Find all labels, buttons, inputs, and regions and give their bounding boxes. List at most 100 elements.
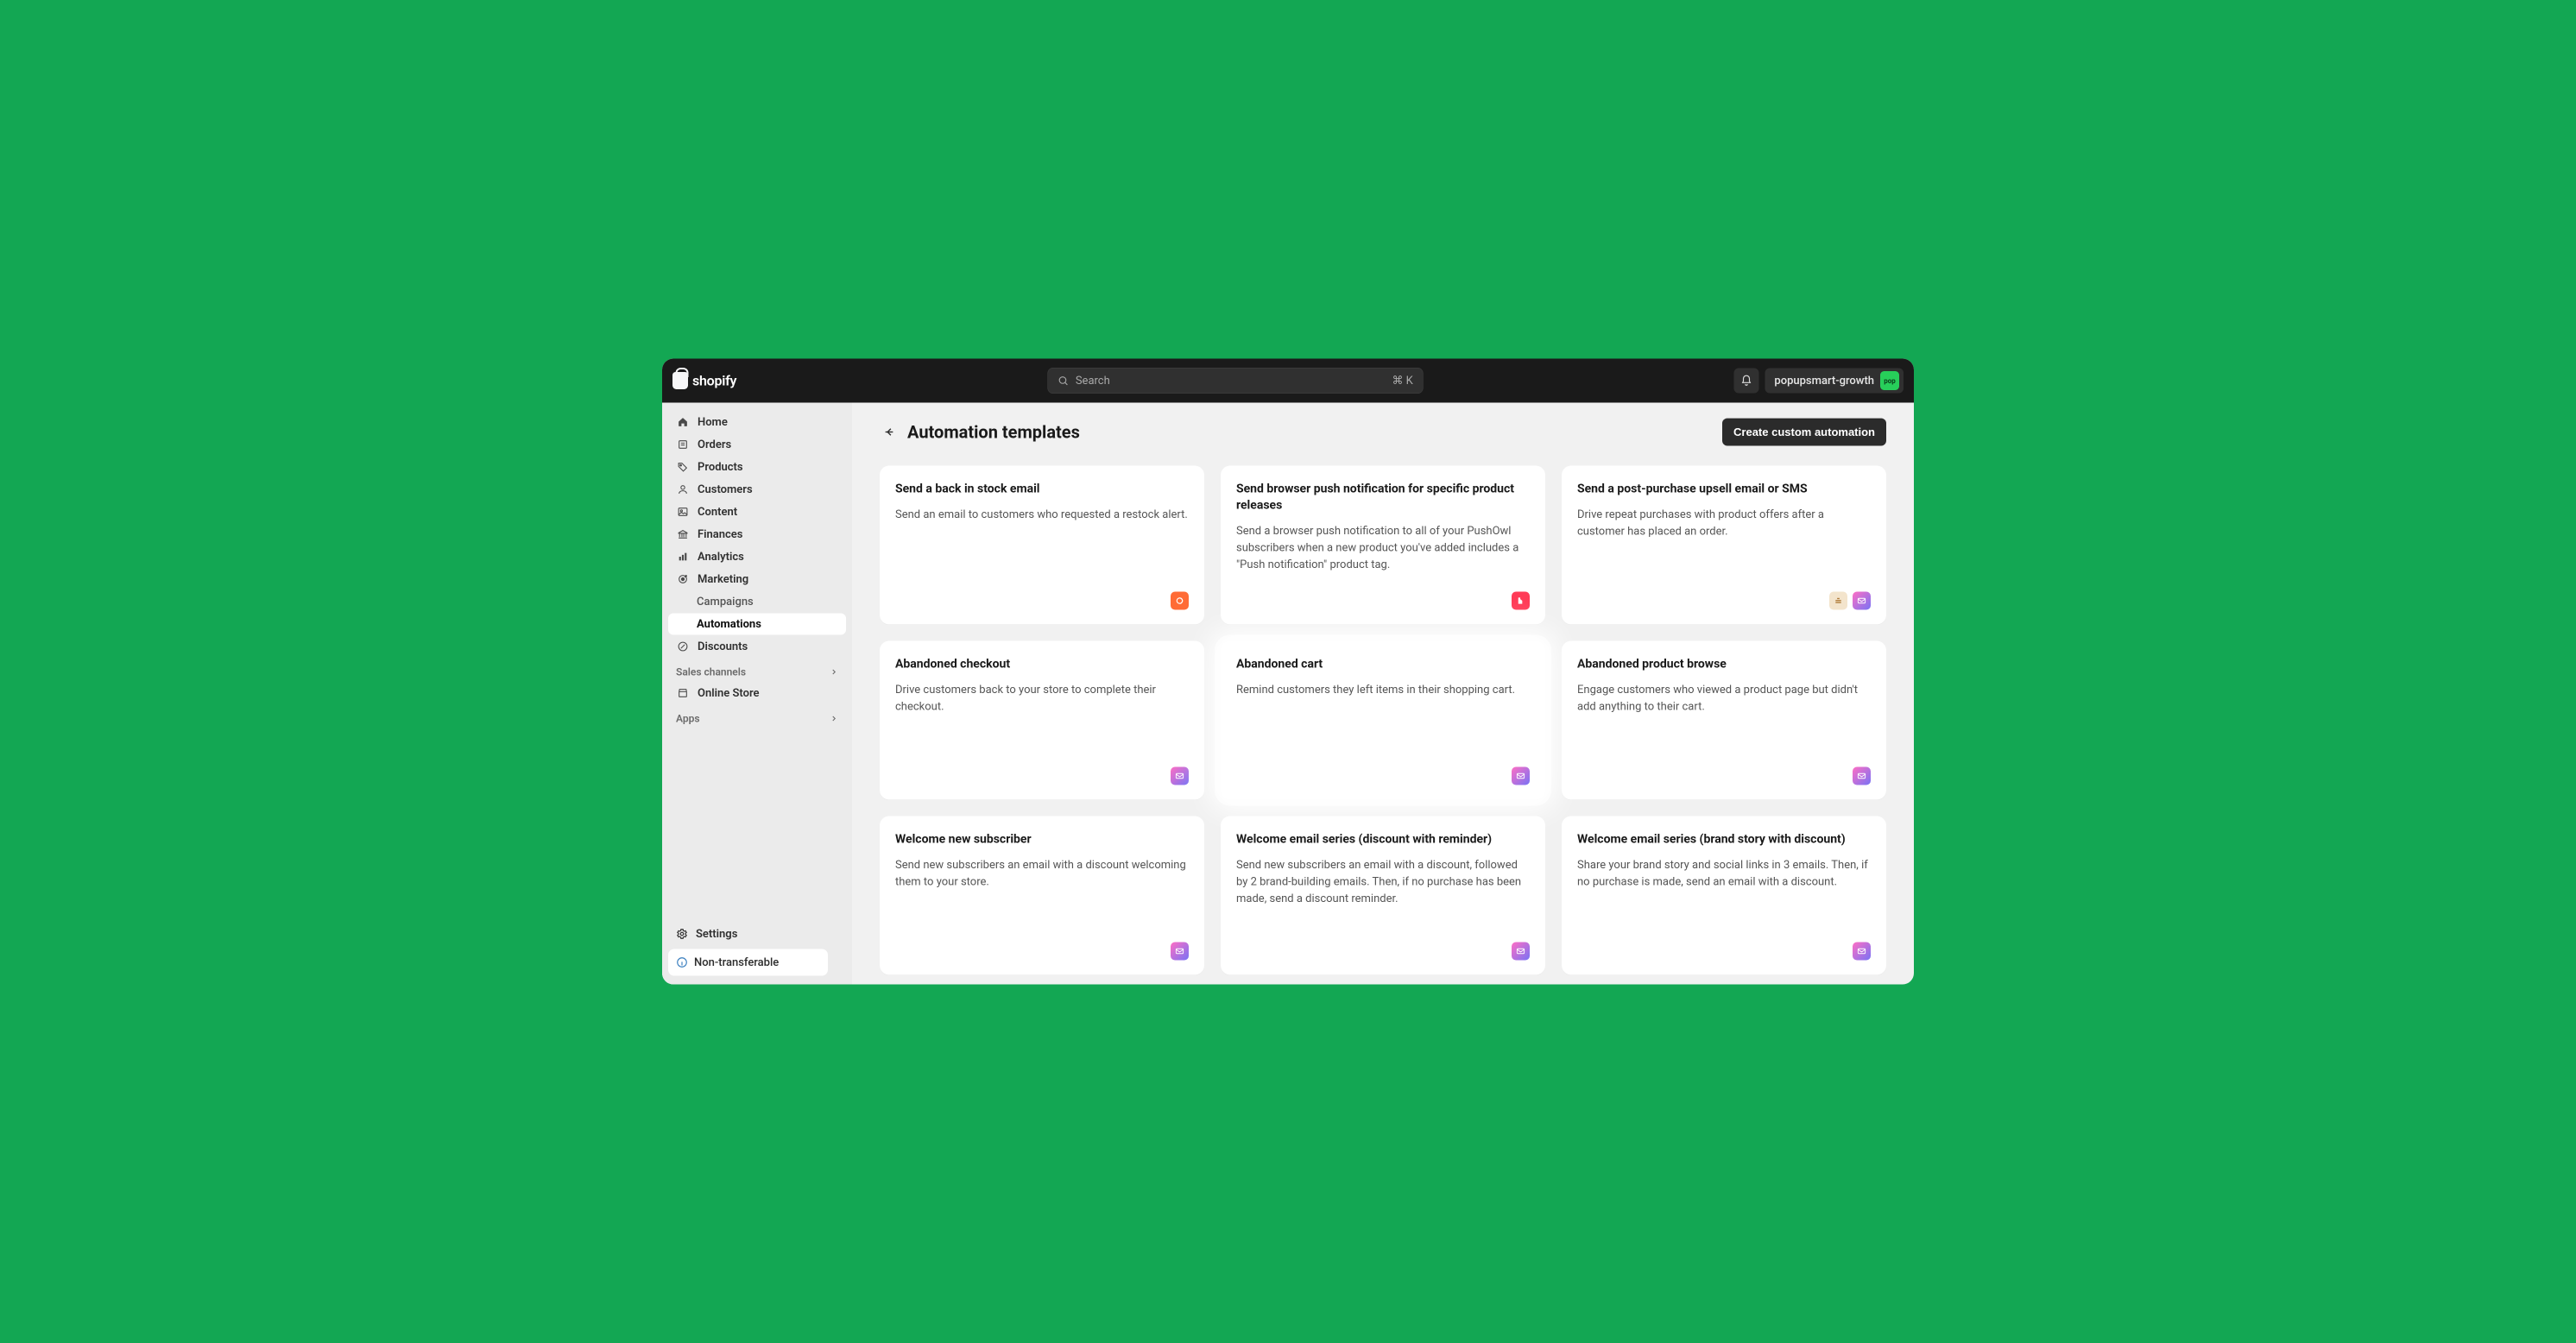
sidebar-item-analytics[interactable]: Analytics [668,546,846,568]
bank-icon [676,529,690,540]
sidebar-sub-campaigns[interactable]: Campaigns [668,591,846,613]
apps-header[interactable]: Apps [668,705,846,728]
gear-icon [676,928,688,940]
sidebar-item-label: Analytics [698,551,744,564]
template-card[interactable]: Send a post-purchase upsell email or SMS… [1562,466,1886,625]
body: Home Orders Products Customers Content F… [662,403,1914,985]
sidebar-item-label: Content [698,506,737,519]
card-title: Send a back in stock email [895,481,1189,497]
sidebar-item-label: Customers [698,483,753,496]
arrow-left-icon [883,426,896,438]
sidebar-item-finances[interactable]: Finances [668,524,846,545]
sidebar-item-label: Automations [697,618,761,631]
card-title: Abandoned cart [1236,656,1530,672]
card-description: Engage customers who viewed a product pa… [1577,681,1871,715]
sidebar-sub-automations[interactable]: Automations [668,614,846,635]
tag-icon [676,462,690,473]
page-title: Automation templates [907,422,1080,443]
sidebar-item-label: Finances [698,528,742,541]
create-automation-button[interactable]: Create custom automation [1722,419,1886,446]
image-icon [676,507,690,518]
store-icon [676,688,690,699]
template-card[interactable]: Abandoned checkoutDrive customers back t… [880,641,1204,800]
sidebar-item-marketing[interactable]: Marketing [668,569,846,590]
sidebar-item-label: Orders [698,438,731,451]
non-transferable-pill[interactable]: Non-transferable [668,949,828,976]
search-placeholder: Search [1076,375,1110,388]
sidebar-item-discounts[interactable]: Discounts [668,636,846,658]
sidebar-item-label: Marketing [698,573,748,586]
card-title: Welcome email series (brand story with d… [1577,831,1871,848]
bell-icon [1740,375,1752,387]
sidebar-item-home[interactable]: Home [668,412,846,433]
sidebar-item-settings[interactable]: Settings [668,924,846,945]
shopify-bag-icon [672,372,688,389]
card-title: Welcome new subscriber [895,831,1189,848]
sales-channels-header[interactable]: Sales channels [668,659,846,682]
card-footer [1236,767,1530,785]
avatar: pop [1880,371,1899,390]
page-header: Automation templates Create custom autom… [880,419,1886,446]
app-badge-orange [1171,592,1189,610]
card-description: Send new subscribers an email with a dis… [1236,856,1530,907]
template-card[interactable]: Abandoned product browse Engage customers… [1562,641,1886,800]
card-description: Remind customers they left items in thei… [1236,681,1530,698]
card-footer [895,943,1189,961]
sidebar: Home Orders Products Customers Content F… [662,403,852,985]
template-card[interactable]: Welcome email series (discount with remi… [1221,817,1545,975]
section-label: Apps [676,713,700,725]
chevron-right-icon [830,668,838,677]
sidebar-item-label: Settings [696,928,737,941]
search-icon [1058,375,1069,387]
sidebar-item-orders[interactable]: Orders [668,434,846,456]
card-title: Welcome email series (discount with remi… [1236,831,1530,848]
card-description: Send a browser push notification to all … [1236,522,1530,573]
discount-icon [676,641,690,653]
card-title: Abandoned product browse [1577,656,1871,672]
app-badge-mail [1853,767,1871,785]
card-footer [1577,943,1871,961]
chevron-right-icon [830,715,838,723]
app-badge-red [1512,592,1530,610]
search-shortcut: ⌘ K [1392,375,1412,388]
card-footer [1577,592,1871,610]
back-button[interactable] [880,423,899,442]
shopify-logo[interactable]: shopify [672,372,736,389]
template-card[interactable]: Abandoned cart Remind customers they left… [1221,641,1545,800]
templates-grid: Send a back in stock email Send an email … [880,466,1886,975]
app-badge-mail [1512,767,1530,785]
notifications-button[interactable] [1733,369,1758,394]
template-card[interactable]: Welcome new subscriberSend new subscribe… [880,817,1204,975]
app-badge-mail [1171,767,1189,785]
template-card[interactable]: Welcome email series (brand story with d… [1562,817,1886,975]
card-title: Send browser push notification for speci… [1236,481,1530,514]
app-badge-tan [1829,592,1847,610]
sidebar-item-content[interactable]: Content [668,501,846,523]
sidebar-item-label: Online Store [698,687,760,700]
app-badge-mail [1853,592,1871,610]
sidebar-item-online-store[interactable]: Online Store [668,683,846,704]
card-description: Drive repeat purchases with product offe… [1577,506,1871,539]
card-description: Send an email to customers who requested… [895,506,1189,523]
search-input[interactable]: Search ⌘ K [1047,368,1423,394]
pill-label: Non-transferable [694,956,779,969]
card-title: Abandoned checkout [895,656,1189,672]
main-content: Automation templates Create custom autom… [852,403,1914,985]
store-name: popupsmart-growth [1774,375,1874,388]
card-footer [1236,592,1530,610]
sidebar-item-label: Campaigns [697,596,754,608]
info-icon [676,956,688,968]
app-badge-mail [1853,943,1871,961]
store-switcher[interactable]: popupsmart-growth pop [1765,369,1904,394]
sidebar-item-customers[interactable]: Customers [668,479,846,501]
card-description: Share your brand story and social links … [1577,856,1871,890]
topbar-right: popupsmart-growth pop [1733,369,1904,394]
sidebar-item-products[interactable]: Products [668,457,846,478]
person-icon [676,484,690,495]
card-title: Send a post-purchase upsell email or SMS [1577,481,1871,497]
section-label: Sales channels [676,666,746,678]
app-badge-mail [1171,943,1189,961]
template-card[interactable]: Send a back in stock email Send an email … [880,466,1204,625]
template-card[interactable]: Send browser push notification for speci… [1221,466,1545,625]
sidebar-item-label: Discounts [698,640,748,653]
